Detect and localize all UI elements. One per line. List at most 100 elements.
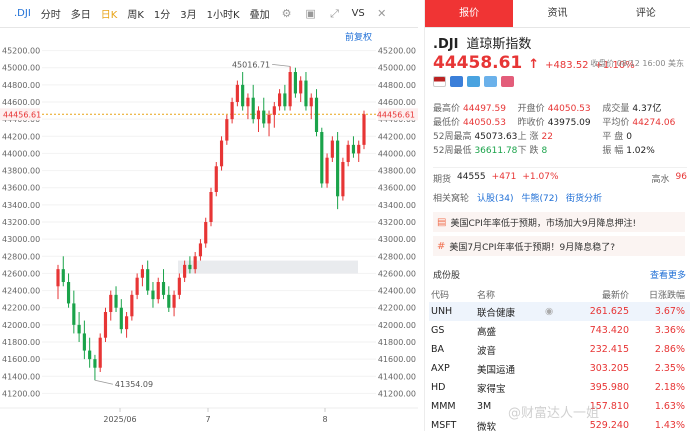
fullscreen-icon[interactable]: ⤢: [328, 7, 342, 21]
x-tick-label: 7: [205, 415, 210, 424]
y-tick-label-right: 41400.00: [378, 372, 416, 381]
price-change: +483.52: [545, 60, 589, 71]
header-name[interactable]: 名称: [477, 288, 545, 301]
header-code[interactable]: 代码: [429, 288, 477, 301]
warrants-row: 相关窝轮 认股(34) 牛熊(72) 街货分析: [433, 191, 602, 204]
stat-label: 昨收价: [517, 117, 545, 128]
y-tick-label-right: 42200.00: [378, 304, 416, 313]
news-item[interactable]: # 美国7月CPI年率低于预期！9月降息稳了?: [433, 236, 685, 256]
range-select[interactable]: 3月: [180, 6, 196, 21]
y-tick-label: 43800.00: [2, 167, 40, 176]
candle-body: [309, 97, 313, 107]
y-tick-label: 42200.00: [2, 304, 40, 313]
chart-panel: .DJI 分时 多日 日K 周K 1分 3月 1小时K 叠加 ⚙ ▣ ⤢ VS …: [0, 0, 418, 431]
tab-comments[interactable]: 评论: [602, 0, 690, 27]
stat-label: 平 盘: [602, 131, 624, 142]
header-change[interactable]: 日涨跌幅: [629, 288, 689, 301]
candle-body: [272, 106, 276, 115]
table-row[interactable]: UNH 联合健康 ◉ 261.625 3.67%: [429, 302, 690, 321]
tab-weekly-k[interactable]: 周K: [127, 6, 144, 21]
premium-label: 高水: [651, 175, 670, 185]
table-row[interactable]: AXP 美国运通 303.205 2.35%: [429, 359, 690, 378]
y-tick-label: 41200.00: [2, 389, 40, 398]
tab-quote[interactable]: 报价: [425, 0, 514, 27]
candle-body: [230, 102, 234, 120]
futures-label: 期货: [433, 175, 452, 185]
candle-body: [93, 359, 97, 368]
watermark: @财富达人一姐: [508, 406, 600, 421]
y-tick-label: 44000.00: [2, 149, 40, 158]
stat-label: 平均价: [602, 117, 630, 128]
bull-bear-link[interactable]: 牛熊(72): [522, 191, 558, 204]
news-item[interactable]: ▤ 美国CPI年率低于预期，市场加大9月降息押注!: [433, 212, 685, 232]
stock-code: BA: [431, 344, 445, 355]
stock-change: 1.43%: [654, 420, 685, 431]
candle-body: [183, 264, 187, 278]
stat-value: 36611.78: [474, 145, 518, 156]
candle-body: [114, 294, 118, 308]
street-analysis-link[interactable]: 街货分析: [566, 191, 602, 204]
candle-body: [314, 97, 319, 132]
stock-name: 波音: [477, 345, 497, 357]
table-row[interactable]: GS 高盛 743.420 3.36%: [429, 321, 690, 340]
candle-body: [119, 307, 123, 330]
compare-button[interactable]: VS: [352, 8, 365, 19]
candle-body: [98, 337, 102, 368]
up-arrow-icon: ↑: [528, 57, 540, 72]
candle-body: [72, 303, 76, 325]
favorite-icon[interactable]: [501, 76, 514, 87]
candle-body: [61, 269, 65, 282]
candle-body: [77, 324, 81, 334]
stat-cell: 成交量 4.37亿: [602, 101, 687, 114]
interval-select[interactable]: 1分: [154, 6, 170, 21]
tab-daily-k[interactable]: 日K: [101, 6, 118, 21]
futures-pct: +1.07%: [522, 172, 559, 182]
stock-name: 家得宝: [477, 383, 506, 395]
stats-row: 52周最低 36611.78 下 跌8振 幅 1.02%: [433, 142, 687, 156]
stat-value: 8: [541, 145, 548, 156]
chart-icon[interactable]: [450, 76, 463, 87]
timeframe-select[interactable]: 1小时K: [207, 6, 240, 21]
candle-body: [267, 114, 271, 124]
stat-value: 43975.09: [547, 117, 591, 128]
share-icon[interactable]: [467, 76, 480, 87]
high-label: 45016.71: [232, 60, 270, 69]
alert-icon[interactable]: [484, 76, 497, 87]
stat-value: 0: [626, 131, 632, 142]
call-warrants-link[interactable]: 认股(34): [477, 191, 513, 204]
stat-value: 44050.53: [547, 103, 591, 114]
stat-cell: 52周最高 45073.63: [433, 129, 518, 142]
y-tick-label-right: 41600.00: [378, 355, 416, 364]
y-tick-label-right: 44800.00: [378, 81, 416, 90]
quote-tabs: 报价 资讯 评论: [425, 0, 690, 28]
stock-change: 2.86%: [654, 344, 685, 355]
table-row[interactable]: HD 家得宝 395.980 2.18%: [429, 378, 690, 397]
settings-icon[interactable]: ⚙: [280, 7, 294, 21]
camera-icon[interactable]: ▣: [304, 7, 318, 21]
candle-body: [130, 294, 134, 317]
header-price[interactable]: 最新价: [565, 288, 629, 301]
index-title: .DJI 道琼斯指数: [433, 33, 531, 52]
tab-multiday[interactable]: 多日: [71, 6, 91, 21]
futures-row[interactable]: 期货 44555 +471 +1.07% 高水 96: [433, 167, 687, 185]
candle-body: [357, 144, 361, 154]
candlestick-chart[interactable]: 45200.00 45200.00 45000.00 45000.00 44800.00…: [0, 42, 418, 431]
view-more-link[interactable]: 查看更多: [650, 268, 686, 281]
overlay-select[interactable]: 叠加: [250, 6, 270, 21]
y-tick-label-right: 44000.00: [378, 149, 416, 158]
candle-body: [256, 110, 261, 120]
quote-panel: 报价 资讯 评论 .DJI 道琼斯指数 44458.61 ↑ +483.52 +1…: [424, 0, 690, 433]
stat-value: 44050.53: [463, 117, 506, 128]
candle-body: [262, 110, 266, 124]
table-row[interactable]: BA 波音 232.415 2.86%: [429, 340, 690, 359]
y-tick-label-right: 41800.00: [378, 338, 416, 347]
low-marker-line: [94, 379, 114, 385]
y-tick-label-right: 44600.00: [378, 98, 416, 107]
candle-body: [109, 294, 113, 312]
y-tick-label-right: 43000.00: [378, 235, 416, 244]
close-icon[interactable]: ✕: [375, 7, 389, 21]
stock-name: 联合健康: [477, 307, 516, 319]
tab-intraday[interactable]: 分时: [41, 6, 61, 21]
candle-body: [82, 333, 86, 351]
tab-news[interactable]: 资讯: [513, 0, 601, 27]
